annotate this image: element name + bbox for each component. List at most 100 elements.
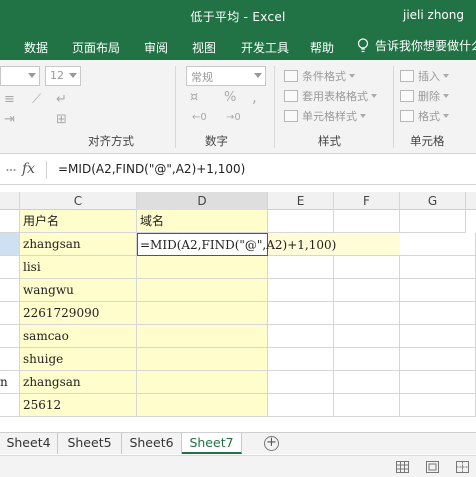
cell-b6[interactable] [0, 325, 20, 348]
cell-e1[interactable] [268, 210, 334, 233]
cell-e7[interactable] [268, 348, 334, 371]
cell-d4[interactable] [137, 279, 268, 302]
user-name[interactable]: jieli zhong [403, 8, 464, 22]
cell-g7[interactable] [400, 348, 476, 371]
column-header-d[interactable]: D [137, 192, 268, 210]
cell-g2[interactable] [400, 233, 476, 256]
currency-icon[interactable]: ¤ [190, 90, 198, 105]
conditional-format-button[interactable]: 条件格式 [284, 68, 355, 84]
tell-me-search[interactable]: 告诉我你想要做什么 [357, 37, 476, 54]
add-sheet-button[interactable]: + [264, 436, 279, 451]
cell-d7[interactable] [137, 348, 268, 371]
font-name-combo[interactable] [0, 66, 40, 86]
column-header-h[interactable] [466, 192, 476, 210]
tab-view[interactable]: 视图 [192, 39, 216, 56]
cell-c6[interactable]: samcao [20, 325, 137, 348]
cell-e4[interactable] [268, 279, 334, 302]
cell-styles-button[interactable]: 单元格样式 [284, 108, 366, 124]
column-header-g[interactable]: G [400, 192, 466, 210]
cell-c9[interactable]: 25612 [20, 394, 137, 417]
column-header-f[interactable]: F [334, 192, 400, 210]
cell-b2[interactable] [0, 233, 20, 256]
cell-g6[interactable] [400, 325, 476, 348]
insert-button[interactable]: 插入 [400, 68, 449, 84]
cell-f4[interactable] [334, 279, 400, 302]
cell-d6[interactable] [137, 325, 268, 348]
cell-d1[interactable]: 域名 [137, 210, 268, 233]
cell-f7[interactable] [334, 348, 400, 371]
cell-b5[interactable] [0, 302, 20, 325]
delete-button[interactable]: 删除 [400, 88, 449, 104]
cell-f5[interactable] [334, 302, 400, 325]
wrap-text-icon[interactable]: ↵ [56, 92, 67, 107]
cell-d9[interactable] [137, 394, 268, 417]
number-format-combo[interactable]: 常规 [186, 66, 266, 86]
cell-e3[interactable] [268, 256, 334, 279]
comma-icon[interactable]: , [252, 88, 257, 106]
cell-g4[interactable] [400, 279, 476, 302]
cell-g8[interactable] [400, 371, 476, 394]
format-button[interactable]: 格式 [400, 108, 449, 124]
group-label-styles: 样式 [318, 134, 341, 148]
cell-f6[interactable] [334, 325, 400, 348]
cell-e9[interactable] [268, 394, 334, 417]
cell-c1[interactable]: 用户名 [20, 210, 137, 233]
format-as-table-button[interactable]: 套用表格格式 [284, 88, 377, 104]
sheet-tab[interactable]: Sheet6 [122, 433, 182, 454]
worksheet-grid[interactable]: 用户名 域名 zhangsan =MID(A2,FIND("@",A2)+1,1… [0, 210, 476, 430]
cell-d8[interactable] [137, 371, 268, 394]
cell-g1[interactable] [400, 210, 466, 233]
tab-data[interactable]: 数据 [24, 39, 48, 56]
cell-g3[interactable] [400, 256, 476, 279]
sheet-tab[interactable]: Sheet4 [0, 433, 58, 454]
cell-e5[interactable] [268, 302, 334, 325]
normal-view-icon[interactable] [396, 461, 409, 473]
column-header-e[interactable]: E [268, 192, 334, 210]
cell-d2-editing[interactable]: =MID(A2,FIND("@",A2)+1,100) [137, 233, 336, 256]
cell-b1[interactable] [0, 210, 20, 233]
cell-f8[interactable] [334, 371, 400, 394]
cell-b8[interactable]: n [0, 371, 20, 394]
insert-function-button[interactable]: fx [22, 161, 35, 177]
cell-c7[interactable]: shuige [20, 348, 137, 371]
cell-c5[interactable]: 2261729090 [20, 302, 137, 325]
cell-c2[interactable]: zhangsan [20, 233, 137, 256]
font-size-combo[interactable]: 12 [45, 66, 81, 86]
cell-b4[interactable] [0, 279, 20, 302]
formula-input[interactable]: =MID(A2,FIND("@",A2)+1,100) [58, 162, 245, 176]
cell-c8[interactable]: zhangsan [20, 371, 137, 394]
cell-b3[interactable] [0, 256, 20, 279]
tab-help[interactable]: 帮助 [310, 39, 334, 56]
tab-page-layout[interactable]: 页面布局 [72, 39, 120, 56]
column-header-c[interactable]: C [20, 192, 137, 210]
percent-icon[interactable]: % [224, 90, 236, 105]
increase-decimal-icon[interactable]: ←0 [192, 112, 207, 123]
tab-developer[interactable]: 开发工具 [241, 39, 289, 56]
more-icon[interactable] [6, 168, 16, 172]
cell-b7[interactable] [0, 348, 20, 371]
indent-icon[interactable]: ⇥ [4, 112, 15, 127]
cell-g9[interactable] [400, 394, 476, 417]
orientation-icon[interactable]: ⟋ [32, 92, 41, 107]
cell-c3[interactable]: lisi [20, 256, 137, 279]
sheet-tab[interactable]: Sheet5 [58, 433, 122, 454]
sheet-tab-active[interactable]: Sheet7 [182, 433, 242, 454]
cell-d3[interactable] [137, 256, 268, 279]
cell-g5[interactable] [400, 302, 476, 325]
tab-review[interactable]: 审阅 [144, 39, 168, 56]
cell-f1[interactable] [334, 210, 400, 233]
cell-f3[interactable] [334, 256, 400, 279]
page-layout-view-icon[interactable] [426, 461, 439, 473]
merge-icon[interactable]: ⊞ [56, 112, 67, 127]
cell-b9[interactable] [0, 394, 20, 417]
page-break-view-icon[interactable] [456, 461, 469, 473]
cell-e6[interactable] [268, 325, 334, 348]
decrease-decimal-icon[interactable]: →0 [226, 112, 241, 123]
cell-c4[interactable]: wangwu [20, 279, 137, 302]
cell-f9[interactable] [334, 394, 400, 417]
group-label-alignment: 对齐方式 [88, 134, 134, 148]
align-icon[interactable]: ≡ [4, 92, 15, 107]
cell-d5[interactable] [137, 302, 268, 325]
column-header-b[interactable] [0, 192, 20, 210]
cell-e8[interactable] [268, 371, 334, 394]
